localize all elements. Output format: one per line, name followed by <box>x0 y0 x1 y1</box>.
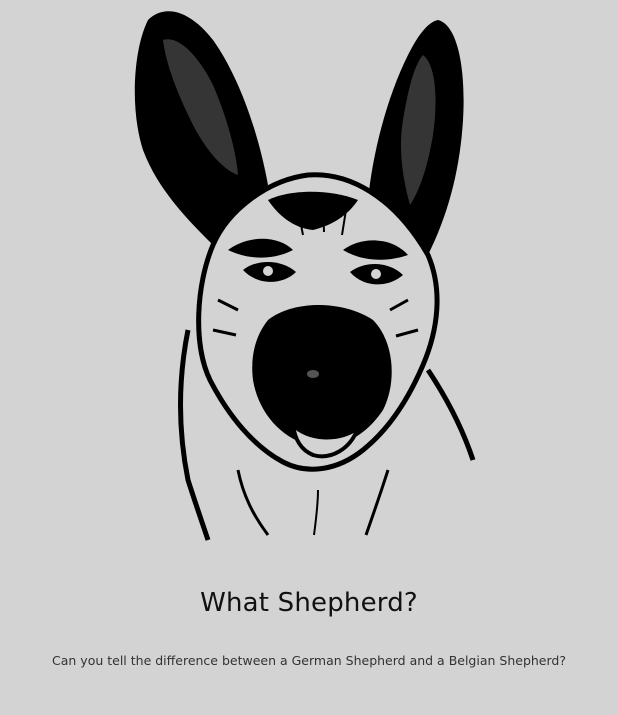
page-title: What Shepherd? <box>200 588 418 618</box>
page-subtitle: Can you tell the difference between a Ge… <box>52 653 566 668</box>
dog-head-illustration-icon <box>118 0 488 545</box>
page: What Shepherd? Can you tell the differen… <box>0 0 618 715</box>
